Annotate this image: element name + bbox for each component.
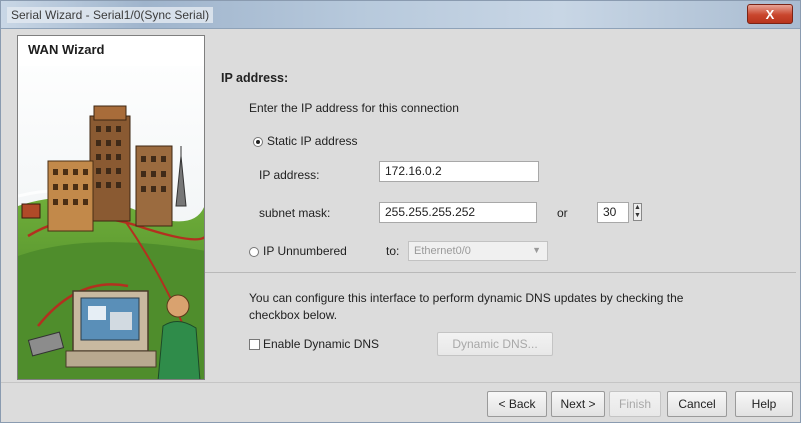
subnet-mask-input[interactable]: 255.255.255.252	[379, 202, 537, 223]
ip-address-label: IP address:	[259, 168, 320, 182]
wizard-content: IP address: Enter the IP address for thi…	[205, 35, 800, 380]
wan-illustration-image	[18, 36, 204, 379]
window-title: Serial Wizard - Serial1/0(Sync Serial)	[7, 7, 214, 23]
spinner-up-icon[interactable]: ▲	[634, 204, 641, 212]
ip-instruction: Enter the IP address for this connection	[249, 101, 459, 115]
dynamic-dns-button[interactable]: Dynamic DNS...	[437, 332, 553, 356]
ip-unnumbered-radio[interactable]	[249, 247, 259, 257]
ip-address-input[interactable]: 172.16.0.2	[379, 161, 539, 182]
wizard-window: Serial Wizard - Serial1/0(Sync Serial) X	[0, 0, 801, 423]
chevron-down-icon: ▼	[532, 245, 541, 255]
or-label: or	[557, 206, 568, 220]
help-button[interactable]: Help	[735, 391, 793, 417]
side-panel-title: WAN Wizard	[28, 42, 105, 57]
static-ip-radio[interactable]	[253, 137, 263, 147]
interface-select[interactable]: Ethernet0/0 ▼	[408, 241, 548, 261]
wizard-side-panel: WAN Wizard	[17, 35, 205, 380]
subnet-mask-label: subnet mask:	[259, 206, 331, 220]
to-label: to:	[386, 244, 400, 258]
ip-section-heading: IP address:	[221, 71, 289, 85]
prefix-spinner[interactable]: ▲ ▼	[633, 203, 642, 221]
finish-button[interactable]: Finish	[609, 391, 661, 417]
enable-dynamic-dns-checkbox[interactable]	[249, 339, 260, 350]
back-button[interactable]: < Back	[487, 391, 547, 417]
close-button[interactable]: X	[747, 4, 793, 24]
ip-unnumbered-label: IP Unnumbered	[263, 244, 347, 258]
prefix-length-input[interactable]: 30	[597, 202, 629, 223]
dns-description-line2: checkbox below.	[249, 308, 338, 322]
close-icon: X	[765, 6, 775, 22]
next-button[interactable]: Next >	[551, 391, 605, 417]
cancel-button[interactable]: Cancel	[667, 391, 727, 417]
static-ip-label: Static IP address	[267, 134, 358, 148]
interface-select-value: Ethernet0/0	[414, 245, 471, 257]
wizard-footer: < Back Next > Finish Cancel Help	[1, 382, 800, 422]
dns-description-line1: You can configure this interface to perf…	[249, 291, 684, 305]
spinner-down-icon[interactable]: ▼	[634, 212, 641, 220]
section-divider	[205, 272, 796, 273]
enable-dynamic-dns-label: Enable Dynamic DNS	[263, 337, 380, 351]
title-bar[interactable]: Serial Wizard - Serial1/0(Sync Serial) X	[1, 1, 800, 29]
